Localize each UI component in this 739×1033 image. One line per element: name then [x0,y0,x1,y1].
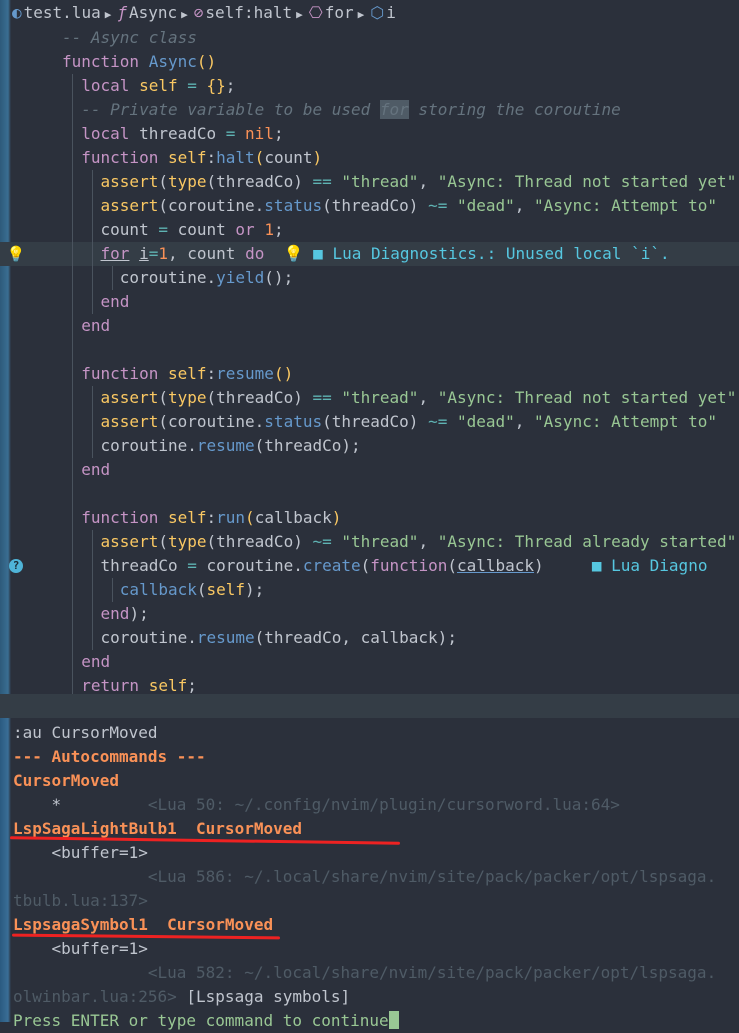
indent-guide [112,578,113,602]
code-line[interactable]: 5 local threadCo = nil; [0,122,739,146]
code-text: coroutine.resume(threadCo); [62,436,361,455]
code-text: coroutine.yield(); [62,268,294,287]
code-line[interactable]: 7 assert(type(threadCo) == "thread", "As… [0,170,739,194]
indent-guide [92,530,93,650]
code-text: count = count or 1; [62,220,284,239]
code-line[interactable]: 18 coroutine.resume(threadCo); [0,434,739,458]
code-text: threadCo = coroutine.create(function(cal… [62,556,708,575]
autocommands-header: --- Autocommands --- [13,747,206,766]
autocmd-buffer: <buffer=1> [13,843,148,862]
code-text: for i=1, count do 💡 ■ Lua Diagnostics.: … [100,244,670,263]
code-text: local threadCo = nil; [81,124,284,143]
autocmd-lua-ref: <Lua 582: ~/.local/share/nvim/site/pack/… [147,963,717,982]
code-line[interactable]: 3 local self = {}; [0,74,739,98]
code-line[interactable]: ? 23 threadCo = coroutine.create(functio… [0,554,739,578]
chevron-right-icon: ▶ [357,8,365,21]
winbar-breadcrumb: ◐ test.lua ▶ ƒ Async ▶ ⊘ self:halt ▶ ⎔ for ▶ ⬡ i [0,0,739,26]
indent-guide [72,74,73,694]
autocmd-buffer: <buffer=1> [13,939,148,958]
loop-icon: ⎔ [308,3,323,22]
code-line[interactable]: 13 end [0,314,739,338]
diagnostic-message: Lua Diagnostics.: Unused local `i`. [332,244,670,263]
code-line[interactable]: 14 [0,338,739,362]
cursor [388,1011,399,1029]
press-enter-prompt[interactable]: Press ENTER or type command to continue [13,1009,739,1033]
code-line[interactable]: 25 end); [0,602,739,626]
code-text: function self:halt(count) [81,148,323,167]
code-line[interactable]: 1 -- Async class [0,26,739,50]
code-buffer[interactable]: 1 -- Async class 2 function Async() 3 lo… [0,26,739,698]
indent-guide [92,170,93,314]
code-text: coroutine.resume(threadCo, callback); [62,628,457,647]
code-line[interactable]: 19 end [0,458,739,482]
breadcrumb-file[interactable]: test.lua [24,0,101,26]
code-text: end [81,316,111,335]
code-text: -- Private variable to be used for stori… [81,100,621,119]
code-line[interactable]: 9 count = count or 1; [0,218,739,242]
code-text: end); [100,604,149,623]
code-text: end [81,460,111,479]
autocmd-lua-ref-cont: olwinbar.lua:256> [Lspsaga symbols] [13,987,351,1006]
code-line[interactable]: 4 -- Private variable to be used for sto… [0,98,739,122]
code-line[interactable]: 17 assert(coroutine.status(threadCo) ~= … [0,410,739,434]
breadcrumb-async[interactable]: Async [129,0,177,26]
chevron-right-icon: ▶ [181,8,188,21]
code-text: assert(type(threadCo) ~= "thread", "Asyn… [100,532,737,551]
code-line[interactable]: 15 function self:resume() [0,362,739,386]
code-line-current[interactable]: 💡 10 for i=1, count do 💡 ■ Lua Diagnosti… [0,242,739,266]
code-line[interactable]: 22 assert(type(threadCo) ~= "thread", "A… [0,530,739,554]
autocmd-lua-ref-cont: tbulb.lua:137> [13,891,148,910]
lightbulb-icon[interactable]: 💡 [6,242,26,266]
code-line[interactable]: 16 assert(type(threadCo) == "thread", "A… [0,386,739,410]
code-text: assert(type(threadCo) == "thread", "Asyn… [100,172,737,191]
code-line[interactable]: 8 assert(coroutine.status(threadCo) ~= "… [0,194,739,218]
code-line[interactable]: 12 end [0,290,739,314]
hint-icon[interactable]: ? [9,559,23,573]
event-name: CursorMoved [13,771,119,790]
breadcrumb-halt[interactable]: self:halt [205,0,292,26]
lua-file-icon: ◐ [12,3,22,22]
breadcrumb-i[interactable]: i [386,0,396,26]
code-text: assert(coroutine.status(threadCo) ~= "de… [100,196,718,215]
code-text: assert(coroutine.status(threadCo) ~= "de… [100,412,718,431]
code-line[interactable]: 21 function self:run(callback) [0,506,739,530]
code-line[interactable]: 2 function Async() [0,50,739,74]
autocmd-lua-ref: <Lua 586: ~/.local/share/nvim/site/pack/… [147,867,717,886]
code-text: function self:run(callback) [81,508,342,527]
autocmd-pattern: * <Lua 50: ~/.config/nvim/plugin/cursorw… [13,795,620,814]
code-text: assert(type(threadCo) == "thread", "Asyn… [100,388,737,407]
diagnostic-message: Lua Diagno [611,556,708,575]
chevron-right-icon: ▶ [104,8,112,21]
code-text: function Async() [62,52,217,71]
breadcrumb-for[interactable]: for [325,0,354,26]
ex-command: :au CursorMoved [13,723,158,742]
editor-window[interactable]: ◐test.lua▶ƒAsync▶⊘self:halt▶⎔for▶⬡i 1 --… [0,0,739,718]
code-line[interactable]: 27 end [0,650,739,674]
autocmd-group-symbol: LspsagaSymbol1 CursorMoved [13,915,274,934]
code-line[interactable]: 6 function self:halt(count) [0,146,739,170]
method-icon: ⊘ [193,3,204,22]
variable-icon: ⬡ [370,3,385,22]
code-line[interactable]: 20 [0,482,739,506]
indent-guide [112,266,113,290]
code-text: end [81,652,111,671]
code-text: local self = {}; [81,76,236,95]
code-text: -- Async class [62,28,197,47]
code-line[interactable]: 11 coroutine.yield(); [0,266,739,290]
code-text: function self:resume() [81,364,294,383]
function-icon: ƒ [117,3,127,22]
chevron-right-icon: ▶ [296,8,303,21]
command-output[interactable]: :au CursorMoved --- Autocommands --- Cur… [0,718,739,1030]
code-line[interactable]: 26 coroutine.resume(threadCo, callback); [0,626,739,650]
statusline-separator [0,694,739,718]
code-line[interactable]: 24 callback(self); [0,578,739,602]
indent-guide [92,386,93,458]
